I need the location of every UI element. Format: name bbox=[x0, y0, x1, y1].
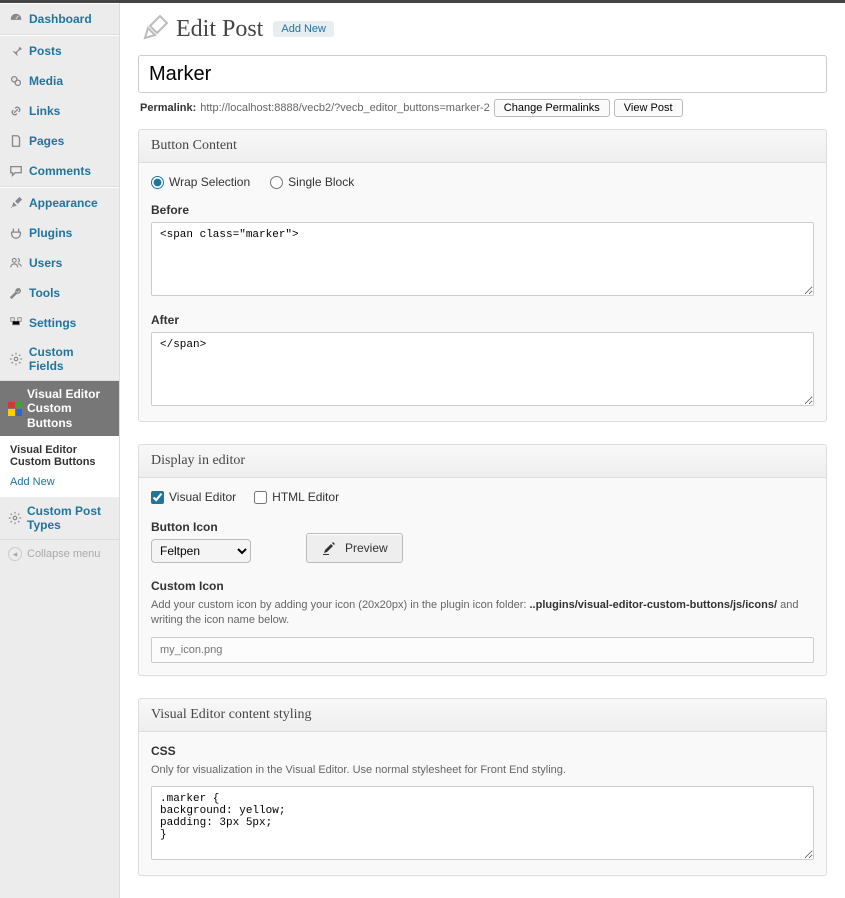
css-textarea[interactable]: .marker { background: yellow; padding: 3… bbox=[151, 786, 814, 860]
media-icon bbox=[8, 73, 24, 89]
visual-editor-option[interactable]: Visual Editor bbox=[151, 490, 236, 504]
before-textarea[interactable]: <span class="marker"> bbox=[151, 222, 814, 296]
sidebar-item-label: Pages bbox=[29, 134, 64, 148]
sidebar-item-label: Plugins bbox=[29, 226, 72, 240]
post-title-input[interactable] bbox=[138, 55, 827, 93]
add-new-button[interactable]: Add New bbox=[273, 21, 334, 37]
sidebar-item-label: Media bbox=[29, 74, 63, 88]
wrap-selection-label: Wrap Selection bbox=[169, 175, 250, 189]
wrap-selection-radio[interactable] bbox=[151, 176, 164, 189]
single-block-label: Single Block bbox=[288, 175, 354, 189]
gear-icon bbox=[8, 351, 24, 367]
after-label: After bbox=[151, 313, 814, 327]
feltpen-icon bbox=[321, 540, 337, 556]
button-content-heading: Button Content bbox=[139, 130, 826, 163]
page-header: Edit Post Add New bbox=[138, 13, 827, 45]
css-label: CSS bbox=[151, 744, 814, 758]
sidebar-item-visual-editor-custom-buttons[interactable]: Visual Editor Custom Buttons bbox=[0, 381, 119, 436]
main-content: Edit Post Add New Permalink: http://loca… bbox=[120, 3, 845, 898]
html-editor-label: HTML Editor bbox=[272, 490, 339, 504]
sidebar-item-label: Users bbox=[29, 256, 62, 270]
sidebar-item-label: Links bbox=[29, 104, 60, 118]
sidebar-item-label: Dashboard bbox=[29, 12, 92, 26]
sidebar-item-label: Settings bbox=[29, 316, 76, 330]
sidebar-item-pages[interactable]: Pages bbox=[0, 126, 119, 156]
plugin-icon bbox=[8, 225, 24, 241]
collapse-label: Collapse menu bbox=[27, 548, 100, 560]
sidebar-item-settings[interactable]: Settings bbox=[0, 308, 119, 338]
button-icon-select[interactable]: Feltpen bbox=[151, 539, 251, 563]
submenu-item-main[interactable]: Visual Editor Custom Buttons bbox=[0, 440, 119, 472]
sidebar-item-label: Posts bbox=[29, 44, 62, 58]
button-content-box: Button Content Wrap Selection Single Blo… bbox=[138, 129, 827, 422]
collapse-menu[interactable]: ◂ Collapse menu bbox=[0, 540, 119, 568]
sidebar-item-tools[interactable]: Tools bbox=[0, 278, 119, 308]
link-icon bbox=[8, 103, 24, 119]
edit-post-icon bbox=[138, 13, 170, 45]
visual-editor-label: Visual Editor bbox=[169, 490, 236, 504]
sidebar-item-label: Comments bbox=[29, 164, 91, 178]
permalink-row: Permalink: http://localhost:8888/vecb2/?… bbox=[138, 93, 827, 129]
sidebar-item-label: Custom Post Types bbox=[27, 504, 111, 532]
preview-label: Preview bbox=[345, 541, 388, 555]
icon-preview: Preview bbox=[306, 533, 403, 563]
sidebar-item-users[interactable]: Users bbox=[0, 248, 119, 278]
display-in-editor-box: Display in editor Visual Editor HTML Edi… bbox=[138, 444, 827, 676]
wrap-selection-option[interactable]: Wrap Selection bbox=[151, 175, 250, 189]
visual-editor-checkbox[interactable] bbox=[151, 491, 164, 504]
users-icon bbox=[8, 255, 24, 271]
change-permalinks-button[interactable]: Change Permalinks bbox=[494, 99, 610, 117]
custom-icon-label: Custom Icon bbox=[151, 579, 814, 593]
content-styling-box: Visual Editor content styling CSS Only f… bbox=[138, 698, 827, 876]
sidebar-item-label: Appearance bbox=[29, 196, 98, 210]
page-icon bbox=[8, 133, 24, 149]
dashboard-icon bbox=[8, 11, 24, 27]
sidebar-item-label: Tools bbox=[29, 286, 60, 300]
sidebar-item-plugins[interactable]: Plugins bbox=[0, 218, 119, 248]
comment-icon bbox=[8, 163, 24, 179]
submenu-item-add-new[interactable]: Add New bbox=[0, 472, 119, 492]
sidebar-item-media[interactable]: Media bbox=[0, 66, 119, 96]
sidebar-item-appearance[interactable]: Appearance bbox=[0, 188, 119, 218]
sidebar-item-dashboard[interactable]: Dashboard bbox=[0, 4, 119, 34]
custom-icon-help: Add your custom icon by adding your icon… bbox=[151, 598, 814, 629]
sidebar-item-comments[interactable]: Comments bbox=[0, 156, 119, 186]
page-title: Edit Post bbox=[176, 16, 263, 43]
pin-icon bbox=[8, 43, 24, 59]
sidebar-submenu: Visual Editor Custom Buttons Add New bbox=[0, 436, 119, 496]
after-textarea[interactable]: </span> bbox=[151, 332, 814, 406]
display-heading: Display in editor bbox=[139, 445, 826, 478]
sidebar-item-links[interactable]: Links bbox=[0, 96, 119, 126]
sidebar-item-posts[interactable]: Posts bbox=[0, 36, 119, 66]
button-icon-label: Button Icon bbox=[151, 520, 251, 534]
gear-icon bbox=[8, 510, 22, 526]
sidebar-item-custom-post-types[interactable]: Custom Post Types bbox=[0, 497, 119, 539]
permalink-label: Permalink: bbox=[140, 102, 196, 114]
css-help: Only for visualization in the Visual Edi… bbox=[151, 763, 814, 778]
single-block-radio[interactable] bbox=[270, 176, 283, 189]
sidebar-item-custom-fields[interactable]: Custom Fields bbox=[0, 338, 119, 380]
styling-heading: Visual Editor content styling bbox=[139, 699, 826, 732]
tools-icon bbox=[8, 285, 24, 301]
settings-icon bbox=[8, 315, 24, 331]
permalink-url: http://localhost:8888/vecb2/?vecb_editor… bbox=[200, 102, 490, 114]
custom-icon-input[interactable] bbox=[151, 637, 814, 663]
appearance-icon bbox=[8, 195, 24, 211]
single-block-option[interactable]: Single Block bbox=[270, 175, 354, 189]
sidebar-item-label: Visual Editor Custom Buttons bbox=[27, 387, 111, 430]
sidebar-item-label: Custom Fields bbox=[29, 345, 111, 373]
admin-sidebar: Dashboard Posts Media Links Pages bbox=[0, 3, 120, 898]
collapse-icon: ◂ bbox=[8, 547, 22, 561]
html-editor-option[interactable]: HTML Editor bbox=[254, 490, 339, 504]
before-label: Before bbox=[151, 203, 814, 217]
html-editor-checkbox[interactable] bbox=[254, 491, 267, 504]
vecb-icon bbox=[8, 401, 22, 417]
view-post-button[interactable]: View Post bbox=[614, 99, 683, 117]
